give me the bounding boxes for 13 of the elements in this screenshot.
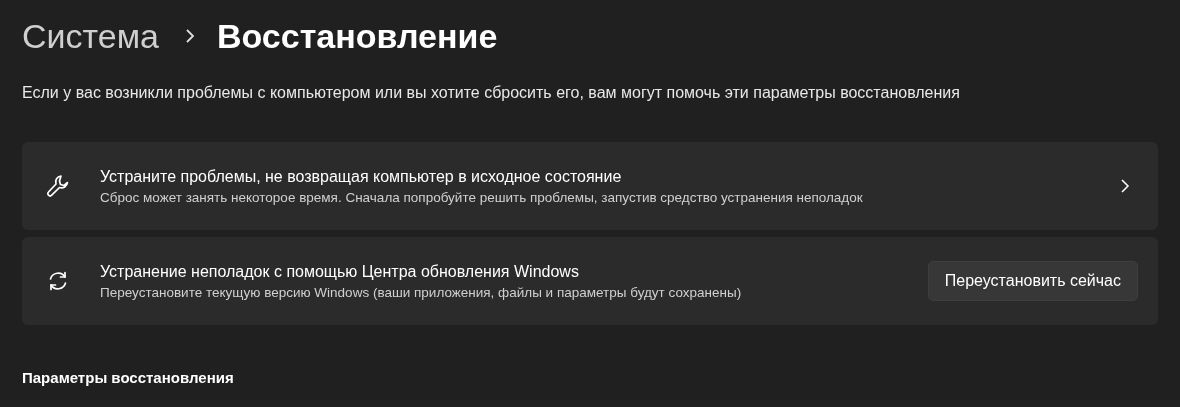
breadcrumb-link[interactable]: Система	[22, 16, 159, 56]
chevron-icon	[1120, 178, 1130, 194]
card-title: Устраните проблемы, не возвращая компьютер в исходное состояние	[100, 167, 623, 186]
page-title: Восстановление	[216, 16, 498, 56]
settings-card[interactable]: Устраните проблемы, не возвращая компьютер в исходное состояние Сброс может занять некоторое время. Сначала попробуйте решить проблемы, запустив средство устранения неполадок	[22, 142, 1158, 230]
chevron-icon	[184, 28, 195, 44]
card-title: Устранение неполадок с помощью Центра обновления Windows	[100, 262, 580, 281]
section-heading: Параметры восстановления	[22, 369, 235, 386]
wrench-icon	[46, 173, 70, 199]
card-subtitle: Переустановите текущую версию Windows (ваши приложения, файлы и параметры будут сохранены)	[100, 284, 743, 300]
card-subtitle: Сброс может занять некоторое время. Сначала попробуйте решить проблемы, запустив средство устранения неполадок	[100, 189, 864, 205]
reinstall-button[interactable]: Переустановить сейчас	[927, 261, 1138, 301]
page-description: Если у вас возникли проблемы с компьютером или вы хотите сбросить его, вам могут помочь эти параметры восстановления	[22, 84, 961, 102]
